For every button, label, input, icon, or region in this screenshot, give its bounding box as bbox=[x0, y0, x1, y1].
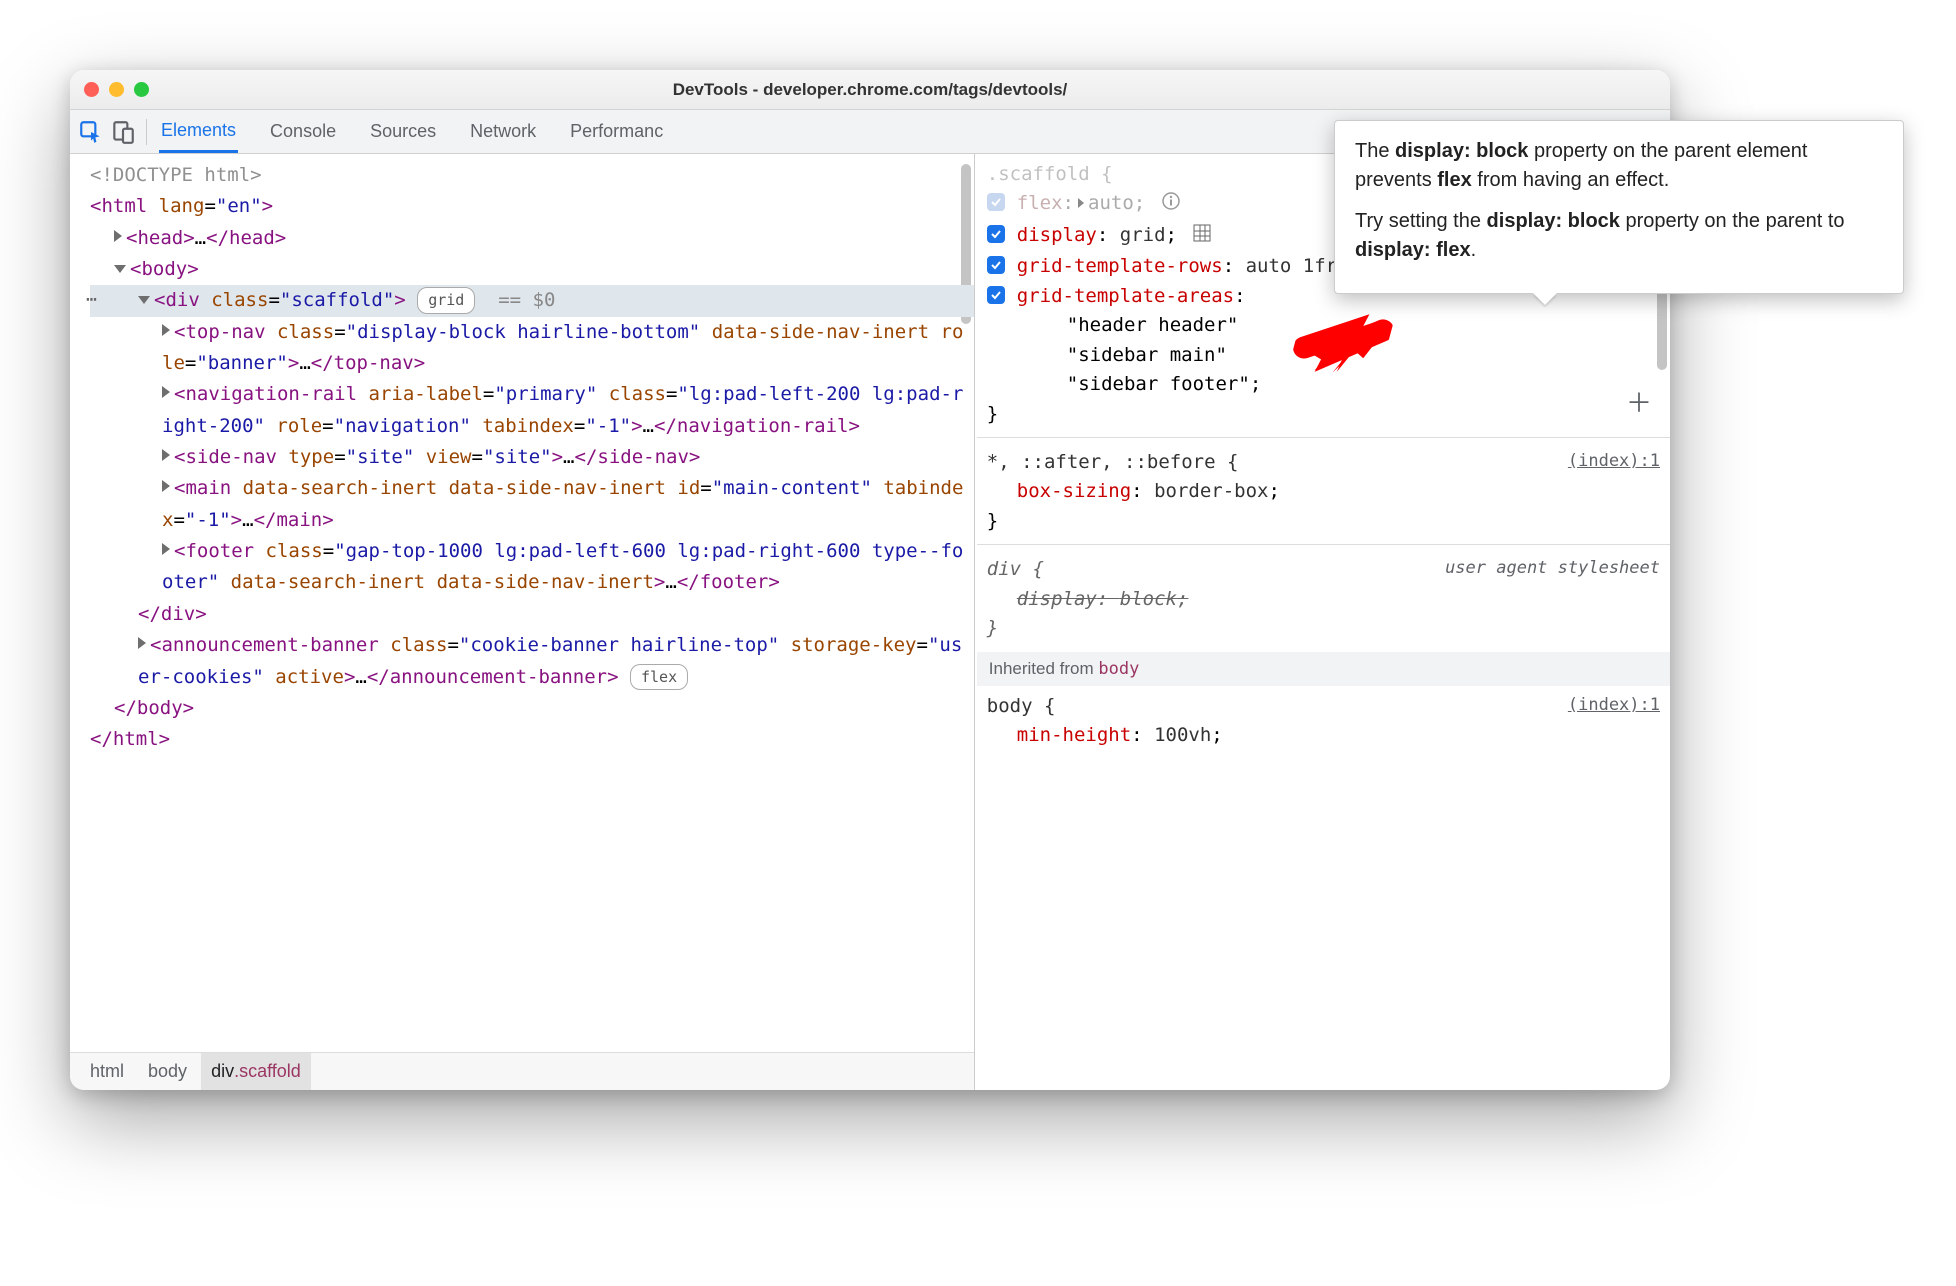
tab-elements[interactable]: Elements bbox=[159, 110, 238, 153]
minimize-window-icon[interactable] bbox=[109, 82, 124, 97]
checkbox-icon[interactable] bbox=[987, 193, 1005, 211]
dom-topnav[interactable]: <top-nav class="display-block hairline-b… bbox=[90, 317, 974, 380]
panel-tabs: Elements Console Sources Network Perform… bbox=[159, 110, 665, 153]
dom-tree[interactable]: <!DOCTYPE html> <html lang="en"> <head>…… bbox=[70, 154, 974, 1052]
rule-source-ua: user agent stylesheet bbox=[1445, 555, 1660, 581]
expand-caret-icon[interactable] bbox=[114, 230, 122, 242]
hint-tooltip: The display: block property on the paren… bbox=[1334, 120, 1904, 294]
flex-badge[interactable]: flex bbox=[630, 664, 688, 691]
dom-selected-scaffold[interactable]: <div class="scaffold"> grid == $0 bbox=[90, 285, 974, 316]
prop-display-strike[interactable]: display: block; bbox=[987, 585, 1660, 614]
dom-breadcrumb: html body div.scaffold bbox=[70, 1052, 974, 1090]
collapse-caret-icon[interactable] bbox=[114, 265, 126, 273]
main-panels: <!DOCTYPE html> <html lang="en"> <head>…… bbox=[70, 154, 1670, 1090]
dom-html-open[interactable]: <html lang="en"> bbox=[90, 191, 974, 222]
style-rule-div-ua[interactable]: user agent stylesheet div { display: blo… bbox=[987, 555, 1660, 645]
crumb-html[interactable]: html bbox=[80, 1053, 134, 1090]
crumb-scaffold[interactable]: div.scaffold bbox=[201, 1053, 311, 1090]
elements-panel: <!DOCTYPE html> <html lang="en"> <head>…… bbox=[70, 154, 975, 1090]
expand-triangle-icon[interactable] bbox=[1078, 198, 1084, 208]
tab-console[interactable]: Console bbox=[268, 110, 338, 153]
grid-editor-icon[interactable] bbox=[1192, 223, 1212, 252]
tab-network[interactable]: Network bbox=[468, 110, 538, 153]
add-property-icon[interactable]: ＋ bbox=[1626, 384, 1652, 424]
dom-navigation-rail[interactable]: <navigation-rail aria-label="primary" cl… bbox=[90, 379, 974, 442]
dom-footer[interactable]: <footer class="gap-top-1000 lg:pad-left-… bbox=[90, 536, 974, 599]
device-toolbar-icon[interactable] bbox=[110, 119, 136, 145]
dom-announcement-banner[interactable]: <announcement-banner class="cookie-banne… bbox=[90, 630, 974, 693]
dom-html-close[interactable]: </html> bbox=[90, 724, 974, 755]
rule-source-link[interactable]: (index):1 bbox=[1568, 692, 1660, 718]
info-icon[interactable] bbox=[1161, 191, 1181, 220]
dom-scaffold-close[interactable]: </div> bbox=[90, 599, 974, 630]
checkbox-icon[interactable] bbox=[987, 225, 1005, 243]
tab-sources[interactable]: Sources bbox=[368, 110, 438, 153]
dom-main[interactable]: <main data-search-inert data-side-nav-in… bbox=[90, 473, 974, 536]
prop-min-height[interactable]: min-height: 100vh; bbox=[987, 721, 1660, 750]
collapse-caret-icon[interactable] bbox=[138, 296, 150, 304]
styles-panel: (index):1 .scaffold { flex:auto; display… bbox=[975, 154, 1670, 1090]
styles-list[interactable]: (index):1 .scaffold { flex:auto; display… bbox=[975, 154, 1670, 1090]
zoom-window-icon[interactable] bbox=[134, 82, 149, 97]
dom-doctype[interactable]: <!DOCTYPE html> bbox=[90, 160, 974, 191]
expand-caret-icon[interactable] bbox=[162, 480, 170, 492]
window-title: DevTools - developer.chrome.com/tags/dev… bbox=[70, 80, 1670, 100]
rule-selector[interactable]: body { bbox=[987, 692, 1660, 721]
window-controls bbox=[84, 82, 149, 97]
tab-performance[interactable]: Performanc bbox=[568, 110, 665, 153]
dom-side-nav[interactable]: <side-nav type="site" view="site">…</sid… bbox=[90, 442, 974, 473]
expand-caret-icon[interactable] bbox=[162, 386, 170, 398]
prop-box-sizing[interactable]: box-sizing: border-box; bbox=[987, 477, 1660, 506]
dom-body-open[interactable]: <body> bbox=[90, 254, 974, 285]
style-rule-universal[interactable]: (index):1 *, ::after, ::before { box-siz… bbox=[987, 448, 1660, 555]
rule-selector[interactable]: *, ::after, ::before { bbox=[987, 448, 1660, 477]
close-window-icon[interactable] bbox=[84, 82, 99, 97]
crumb-body[interactable]: body bbox=[138, 1053, 197, 1090]
expand-caret-icon[interactable] bbox=[138, 637, 146, 649]
expand-caret-icon[interactable] bbox=[162, 449, 170, 461]
expand-caret-icon[interactable] bbox=[162, 324, 170, 336]
inspect-element-icon[interactable] bbox=[78, 119, 104, 145]
style-rule-body[interactable]: (index):1 body { min-height: 100vh; bbox=[987, 692, 1660, 753]
titlebar: DevTools - developer.chrome.com/tags/dev… bbox=[70, 70, 1670, 110]
rule-source-link[interactable]: (index):1 bbox=[1568, 448, 1660, 474]
dom-head[interactable]: <head>…</head> bbox=[90, 223, 974, 254]
grid-badge[interactable]: grid bbox=[417, 287, 475, 314]
expand-caret-icon[interactable] bbox=[162, 543, 170, 555]
checkbox-icon[interactable] bbox=[987, 286, 1005, 304]
checkbox-icon[interactable] bbox=[987, 256, 1005, 274]
inherited-from-header: Inherited from body bbox=[977, 652, 1670, 686]
dom-body-close[interactable]: </body> bbox=[90, 693, 974, 724]
